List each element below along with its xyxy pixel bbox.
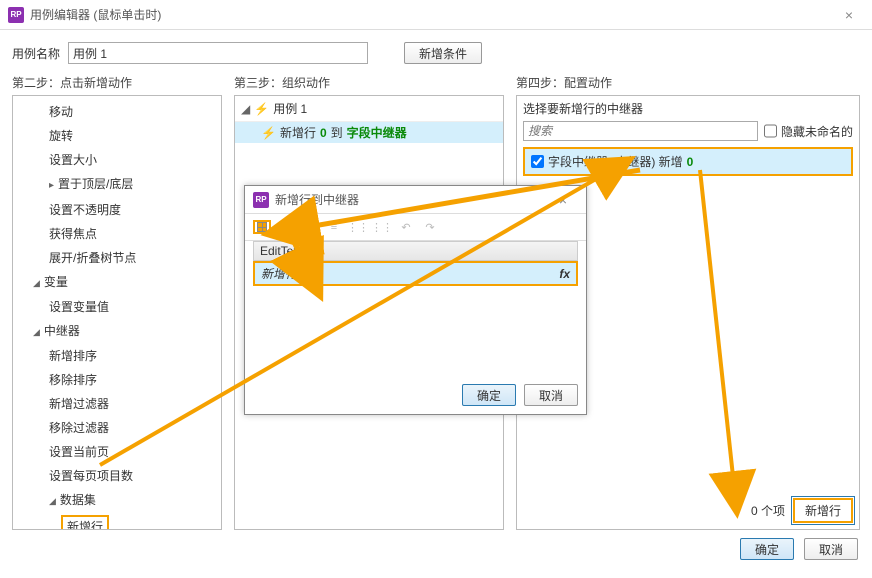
hide-unnamed-label: 隐藏未命名的: [781, 123, 853, 140]
tree-item[interactable]: 置于顶层/底层: [13, 172, 221, 198]
action-tree[interactable]: 移动旋转设置大小置于顶层/底层设置不透明度获得焦点展开/折叠树节点变量设置变量值…: [12, 95, 222, 530]
tree-item[interactable]: 新增排序: [13, 344, 221, 368]
grid-cell-value: 新增行: [261, 265, 297, 282]
case-label: 用例 1: [273, 100, 307, 117]
app-icon: RP: [253, 192, 269, 208]
inner-close-icon[interactable]: ×: [548, 192, 578, 208]
item-count: 0 个项: [751, 502, 785, 519]
tb-icon[interactable]: ≡: [301, 220, 319, 234]
tree-item[interactable]: 移除排序: [13, 368, 221, 392]
bolt-icon: ⚡: [261, 126, 276, 140]
action-target: 字段中继器: [347, 124, 407, 141]
tree-item[interactable]: 设置当前页: [13, 440, 221, 464]
tree-item[interactable]: 展开/折叠树节点: [13, 246, 221, 270]
case-name-label: 用例名称: [12, 45, 60, 62]
ok-button[interactable]: 确定: [740, 538, 794, 560]
repeater-item[interactable]: 字段中继器 (中继器) 新增 0: [523, 147, 853, 176]
close-icon[interactable]: ×: [834, 7, 864, 23]
hide-unnamed-cb[interactable]: [764, 121, 777, 141]
grid-icon[interactable]: [253, 220, 271, 234]
action-line[interactable]: ⚡ 新增行 0 到 字段中继器: [235, 122, 503, 143]
tree-item[interactable]: 设置不透明度: [13, 198, 221, 222]
case-name-input[interactable]: [68, 42, 368, 64]
titlebar: RP 用例编辑器 (鼠标单击时) ×: [0, 0, 872, 30]
case-line[interactable]: ◢ ⚡ 用例 1: [241, 100, 497, 117]
fx-icon[interactable]: fx: [559, 267, 570, 281]
tb-icon[interactable]: ⋮⋮: [349, 220, 367, 234]
action-prefix: 新增行: [280, 124, 316, 141]
tree-item[interactable]: 新增过滤器: [13, 392, 221, 416]
step2-header: 第二步：点击新增动作: [12, 74, 222, 91]
inner-toolbar: ▭ ≡ ≡ ⋮⋮ ⋮⋮ ↶ ↷: [245, 214, 586, 241]
step3-header: 第三步：组织动作: [234, 74, 504, 91]
bolt-icon: ⚡: [254, 102, 269, 116]
add-row-dialog: RP 新增行到中继器 × ▭ ≡ ≡ ⋮⋮ ⋮⋮ ↶ ↷ EditText 新增…: [244, 185, 587, 415]
app-icon: RP: [8, 7, 24, 23]
tree-item[interactable]: 新增行: [13, 513, 221, 530]
grid-cell[interactable]: 新增行 fx: [253, 261, 578, 286]
tree-item[interactable]: 移动: [13, 100, 221, 124]
tb-icon[interactable]: ⋮⋮: [373, 220, 391, 234]
tree-item-highlight[interactable]: 新增行: [61, 515, 109, 530]
repeater-item-label: 字段中继器 (中继器) 新增: [548, 153, 683, 170]
repeater-item-zero: 0: [687, 155, 694, 169]
search-input[interactable]: [523, 121, 758, 141]
tb-icon[interactable]: ≡: [325, 220, 343, 234]
case-name-row: 用例名称 新增条件: [0, 30, 872, 70]
grid-column-header[interactable]: EditText: [253, 241, 578, 261]
config-header: 选择要新增行的中继器: [517, 96, 859, 121]
tree-item[interactable]: 数据集: [13, 488, 221, 513]
hide-unnamed-checkbox[interactable]: 隐藏未命名的: [764, 121, 853, 141]
tree-item[interactable]: 移除过滤器: [13, 416, 221, 440]
inner-cancel-button[interactable]: 取消: [524, 384, 578, 406]
inner-ok-button[interactable]: 确定: [462, 384, 516, 406]
cancel-button[interactable]: 取消: [804, 538, 858, 560]
add-row-button[interactable]: 新增行: [793, 498, 853, 523]
action-zero: 0: [320, 126, 327, 140]
repeater-item-cb[interactable]: [531, 155, 544, 168]
tree-item[interactable]: 中继器: [13, 319, 221, 344]
window-title: 用例编辑器 (鼠标单击时): [30, 6, 834, 23]
tb-icon[interactable]: ↷: [421, 220, 439, 234]
tree-item[interactable]: 设置大小: [13, 148, 221, 172]
step4-header: 第四步：配置动作: [516, 74, 860, 91]
tree-item[interactable]: 变量: [13, 270, 221, 295]
tree-item[interactable]: 设置每页项目数: [13, 464, 221, 488]
action-to: 到: [331, 124, 343, 141]
inner-title: 新增行到中继器: [275, 191, 548, 208]
tree-item[interactable]: 设置变量值: [13, 295, 221, 319]
tree-item[interactable]: 获得焦点: [13, 222, 221, 246]
add-condition-button[interactable]: 新增条件: [404, 42, 482, 64]
tb-icon[interactable]: ▭: [277, 220, 295, 234]
tb-icon[interactable]: ↶: [397, 220, 415, 234]
tree-item[interactable]: 旋转: [13, 124, 221, 148]
